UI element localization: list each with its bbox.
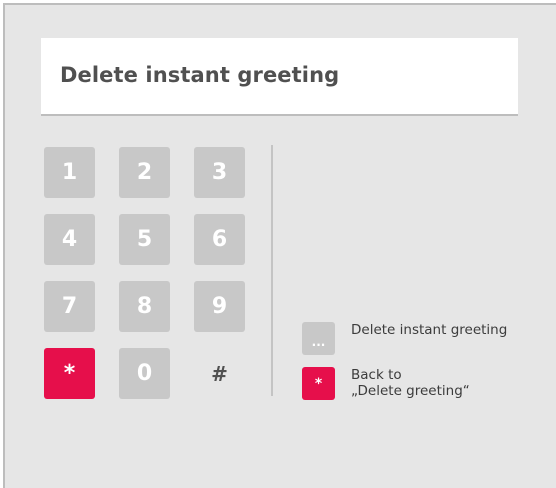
key-2[interactable]: 2 [119, 147, 170, 198]
key-7[interactable]: 7 [44, 281, 95, 332]
legend-delete-text: Delete instant greeting [351, 322, 508, 338]
key-9[interactable]: 9 [194, 281, 245, 332]
legend-star-badge: * [302, 367, 335, 400]
key-6[interactable]: 6 [194, 214, 245, 265]
title-bar: Delete instant greeting [41, 38, 518, 116]
key-1[interactable]: 1 [44, 147, 95, 198]
key-star[interactable]: * [44, 348, 95, 399]
key-4[interactable]: 4 [44, 214, 95, 265]
key-5[interactable]: 5 [119, 214, 170, 265]
page-title: Delete instant greeting [60, 63, 340, 87]
key-0[interactable]: 0 [119, 348, 170, 399]
legend-ellipsis-badge: ... [302, 322, 335, 355]
key-3[interactable]: 3 [194, 147, 245, 198]
divider [271, 145, 273, 396]
legend-back-label: Back to „Delete greeting“ [351, 367, 470, 399]
key-hash[interactable]: # [194, 348, 245, 399]
legend-back-line2: „Delete greeting“ [351, 383, 470, 399]
legend-back-line1: Back to [351, 367, 402, 383]
key-8[interactable]: 8 [119, 281, 170, 332]
legend-delete-label: Delete instant greeting [351, 322, 507, 338]
